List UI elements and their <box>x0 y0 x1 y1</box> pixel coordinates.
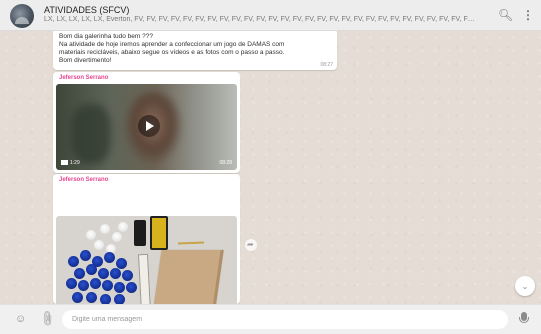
video-duration-text: 1:29 <box>70 160 80 166</box>
white-cap <box>86 230 96 240</box>
bottle-yellow <box>150 216 168 250</box>
chat-header[interactable]: ATIVIDADES (SFCV) LX, LX, LX, LX, LX, Ev… <box>0 0 541 31</box>
photo-thumbnail[interactable] <box>56 216 237 304</box>
blue-cap <box>100 294 111 304</box>
message-bubble[interactable]: Bom dia galerinha tudo bem ??? Na ativid… <box>53 31 337 70</box>
blue-cap <box>90 278 101 289</box>
message-time: 08:28 <box>219 160 232 166</box>
video-duration: 1:29 <box>61 160 80 166</box>
message-input[interactable] <box>62 310 508 329</box>
more-vertical-icon[interactable]: ⋮ <box>522 8 534 22</box>
blue-cap <box>68 256 79 267</box>
cardboard-board <box>150 250 224 304</box>
blue-cap <box>104 252 115 263</box>
blue-cap <box>72 292 83 303</box>
message-time: 08:27 <box>320 62 333 68</box>
blue-cap <box>122 270 133 281</box>
white-cap <box>112 232 122 242</box>
white-cap <box>94 240 104 250</box>
blue-cap <box>66 278 77 289</box>
message-text-line: Na atividade de hoje iremos aprender a c… <box>59 41 285 48</box>
blue-cap <box>74 268 85 279</box>
group-members[interactable]: LX, LX, LX, LX, LX, Everton, FV, FV, FV,… <box>44 16 476 23</box>
blue-cap <box>126 282 137 293</box>
blue-cap <box>98 268 109 279</box>
sender-name[interactable]: Jeferson Serrano <box>59 177 108 183</box>
chevron-down-icon: ⌄ <box>521 282 529 291</box>
video-camera-icon <box>61 160 68 166</box>
blue-cap <box>86 292 97 303</box>
play-icon[interactable] <box>138 115 160 137</box>
video-thumbnail[interactable]: 1:29 08:28 <box>56 84 237 170</box>
blue-cap <box>114 294 125 304</box>
group-avatar[interactable] <box>10 4 34 28</box>
bottle-dark <box>134 220 146 246</box>
chat-panel[interactable]: Bom dia galerinha tudo bem ??? Na ativid… <box>0 31 541 304</box>
blue-cap <box>110 268 121 279</box>
blue-cap <box>102 280 113 291</box>
blue-cap <box>86 264 97 275</box>
emoji-icon[interactable]: ☺ <box>15 312 26 326</box>
blue-cap <box>116 258 127 269</box>
microphone-icon[interactable] <box>519 312 529 323</box>
pencil <box>177 241 205 245</box>
paperclip-icon[interactable]: 📎︎ <box>37 309 57 329</box>
white-cap <box>118 222 128 232</box>
ruler <box>137 253 153 304</box>
scroll-down-button[interactable]: ⌄ <box>515 276 535 296</box>
sender-name[interactable]: Jeferson Serrano <box>59 75 108 81</box>
group-title[interactable]: ATIVIDADES (SFCV) <box>44 5 129 15</box>
blue-cap <box>114 282 125 293</box>
message-text-line: Bom dia galerinha tudo bem ??? <box>59 33 153 40</box>
video-blurred-background <box>71 104 111 164</box>
video-message[interactable]: Jeferson Serrano 1:29 08:28 <box>53 72 240 173</box>
message-text-line: materiais recicláveis, abaixo segue os v… <box>59 49 285 56</box>
search-icon[interactable]: 🔍︎ <box>498 8 513 22</box>
image-message[interactable]: Jeferson Serrano <box>53 174 240 304</box>
white-cap <box>100 224 110 234</box>
blue-cap <box>78 280 89 291</box>
blue-cap <box>80 250 91 261</box>
compose-bar: ☺ 📎︎ <box>0 304 541 334</box>
forward-icon[interactable] <box>245 239 257 251</box>
message-text-line: Bom divertimento! <box>59 57 112 64</box>
